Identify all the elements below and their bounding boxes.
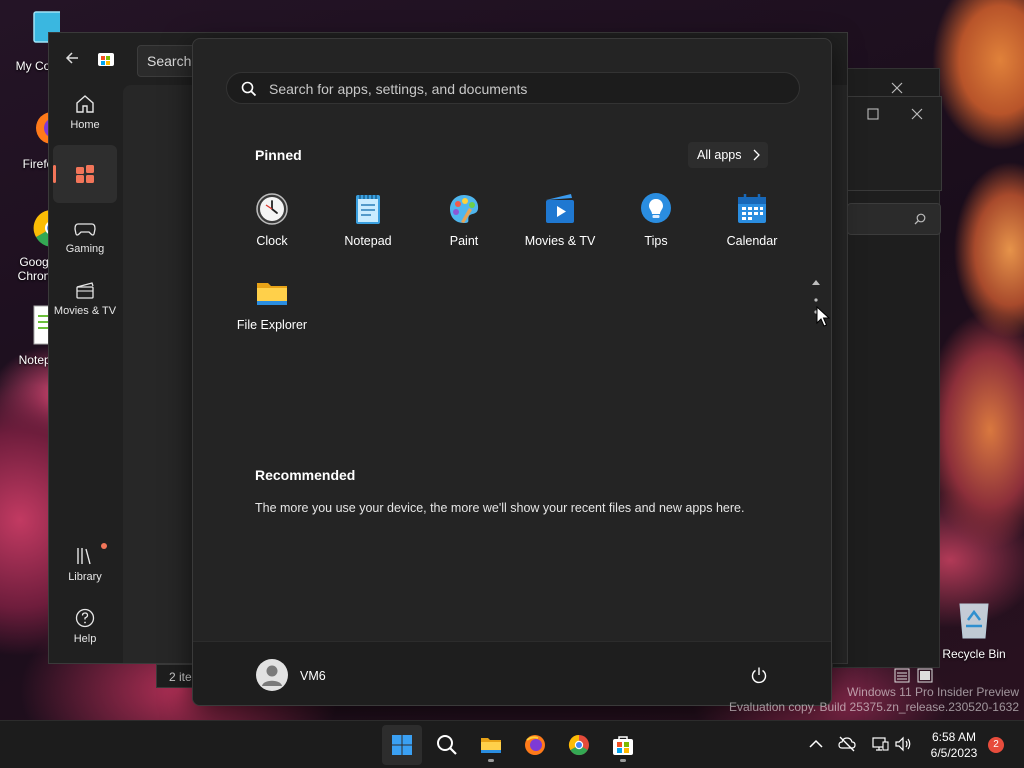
- firefox-icon: [525, 735, 545, 755]
- app-label: Paint: [449, 234, 479, 248]
- pinned-app-clock[interactable]: Clock: [224, 192, 320, 248]
- file-explorer-icon: [481, 738, 501, 753]
- all-apps-button[interactable]: All apps: [688, 142, 768, 168]
- cloud-offline-icon[interactable]: [838, 735, 856, 753]
- pinned-app-notepad[interactable]: Notepad: [320, 192, 416, 248]
- search-icon: [241, 81, 257, 97]
- home-icon: [76, 95, 94, 113]
- search-icon: [437, 735, 457, 755]
- desktop-icon-label: Recycle Bin: [942, 647, 1006, 661]
- sidebar-item-home[interactable]: Home: [53, 85, 117, 143]
- app-label: Clock: [256, 234, 288, 248]
- sidebar-item-label: Library: [68, 571, 102, 583]
- running-indicator: [488, 759, 494, 762]
- pinned-app-tips[interactable]: Tips: [608, 192, 704, 248]
- sidebar-item-apps[interactable]: [53, 145, 117, 203]
- running-indicator: [620, 759, 626, 762]
- update-badge: [101, 543, 107, 549]
- desktop-icon-recycle-bin[interactable]: Recycle Bin: [936, 598, 1012, 661]
- apps-icon: [76, 165, 94, 183]
- recommended-empty-text: The more you use your device, the more w…: [255, 501, 745, 515]
- pinned-app-movies-tv[interactable]: Movies & TV: [512, 192, 608, 248]
- start-search-input[interactable]: Search for apps, settings, and documents: [226, 72, 800, 104]
- user-name[interactable]: VM6: [300, 669, 326, 683]
- tips-icon: [641, 193, 671, 223]
- recommended-title: Recommended: [255, 467, 356, 483]
- store-icon: [98, 53, 114, 66]
- paint-icon: [450, 195, 479, 223]
- help-icon: [75, 608, 95, 628]
- user-avatar[interactable]: [256, 659, 288, 691]
- power-icon[interactable]: [750, 666, 768, 684]
- search-placeholder: Search for apps, settings, and documents: [269, 81, 528, 97]
- chevron-right-icon: [753, 149, 760, 161]
- network-icon[interactable]: [871, 735, 889, 753]
- mouse-cursor-icon: [816, 306, 830, 327]
- sidebar-item-library[interactable]: Library: [53, 537, 117, 595]
- clapperboard-icon: [76, 282, 94, 299]
- clock-time: 6:58 AM: [931, 730, 977, 744]
- gamepad-icon: [74, 223, 96, 236]
- pinned-app-calendar[interactable]: Calendar: [704, 192, 800, 248]
- movies-tv-icon: [546, 194, 574, 223]
- active-indicator: [53, 165, 56, 183]
- watermark-line: Evaluation copy. Build 25375.zn_release.…: [729, 700, 1019, 714]
- sidebar-item-label: Home: [70, 119, 100, 131]
- back-arrow-icon[interactable]: [65, 51, 79, 65]
- store-icon: [613, 736, 633, 755]
- app-label: Movies & TV: [524, 234, 596, 248]
- clock-date: 6/5/2023: [930, 746, 978, 760]
- sidebar-item-label: Gaming: [65, 243, 105, 255]
- app-label: Tips: [644, 234, 668, 248]
- taskbar-store[interactable]: [603, 725, 643, 765]
- app-label: File Explorer: [236, 318, 308, 332]
- search-icon: [914, 213, 926, 225]
- sidebar-item-help[interactable]: Help: [53, 599, 117, 657]
- start-icon: [392, 735, 412, 755]
- start-menu: Search for apps, settings, and documents…: [192, 38, 832, 706]
- taskbar-clock[interactable]: 6:58 AM 6/5/2023: [924, 729, 984, 761]
- taskbar-start-button[interactable]: [382, 725, 422, 765]
- os-watermark: Windows 11 Pro Insider Preview Evaluatio…: [729, 685, 1019, 715]
- chrome-icon: [568, 734, 589, 756]
- sidebar-item-label: Help: [73, 633, 97, 645]
- store-sidebar: Home Gaming Movies & TV Library Help: [49, 85, 121, 663]
- clock-icon: [256, 193, 288, 225]
- taskbar-search-button[interactable]: [427, 725, 467, 765]
- sidebar-item-label: Movies & TV: [53, 305, 117, 317]
- close-icon[interactable]: [891, 81, 903, 94]
- taskbar-file-explorer[interactable]: [471, 725, 511, 765]
- search-input[interactable]: [847, 203, 941, 235]
- taskbar-chrome[interactable]: [559, 725, 599, 765]
- chevron-up-icon[interactable]: [807, 735, 825, 753]
- all-apps-label: All apps: [697, 148, 742, 162]
- taskbar: 6:58 AM 6/5/2023 2: [0, 720, 1024, 768]
- recycle-bin-icon: [959, 603, 989, 639]
- close-icon[interactable]: [911, 107, 923, 125]
- pinned-title: Pinned: [255, 147, 302, 163]
- app-label: Calendar: [726, 234, 778, 248]
- taskbar-firefox[interactable]: [515, 725, 555, 765]
- file-explorer-icon: [257, 283, 287, 305]
- maximize-icon[interactable]: [867, 107, 879, 125]
- user-icon: [262, 665, 282, 686]
- library-icon: [77, 548, 91, 565]
- app-label: Notepad: [344, 234, 392, 248]
- notepad-icon: [356, 195, 380, 224]
- pinned-app-paint[interactable]: Paint: [416, 192, 512, 248]
- calendar-icon: [738, 194, 766, 223]
- volume-icon[interactable]: [894, 735, 912, 753]
- notification-badge[interactable]: 2: [988, 737, 1004, 753]
- sidebar-item-gaming[interactable]: Gaming: [53, 209, 117, 267]
- watermark-line: Windows 11 Pro Insider Preview: [847, 685, 1019, 699]
- sidebar-item-movies-tv[interactable]: Movies & TV: [53, 271, 117, 329]
- view-toggle-icon: [894, 668, 933, 683]
- pinned-app-file-explorer[interactable]: File Explorer: [224, 276, 320, 332]
